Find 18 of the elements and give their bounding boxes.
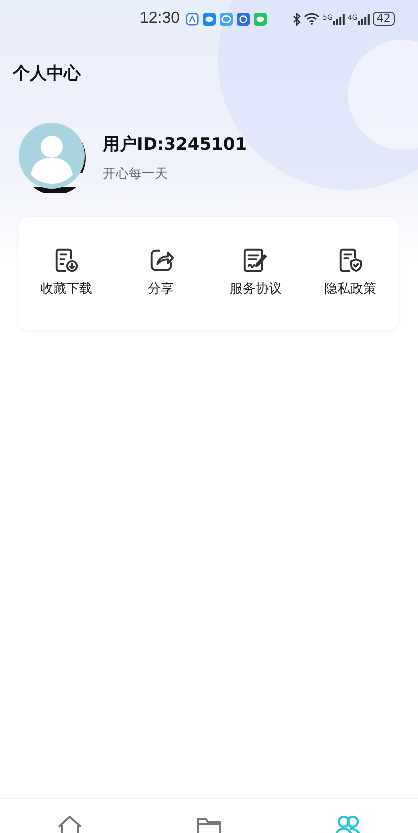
menu-item[interactable]: 收藏下载 (19, 247, 114, 298)
wifi-icon (304, 13, 320, 25)
avatar[interactable] (19, 123, 87, 193)
signal-icon (358, 14, 370, 24)
page-title: 个人中心 (13, 63, 82, 85)
menu-item[interactable]: 服务协议 (208, 247, 304, 298)
document-shield-icon (337, 247, 364, 274)
menu-item[interactable]: 隐私政策 (303, 247, 398, 298)
home-icon (56, 813, 84, 833)
user-motto: 开心每一天 (103, 166, 169, 183)
people-icon (334, 813, 362, 833)
user-id: 用户ID:3245101 (103, 134, 248, 156)
status-time: 12:30 (140, 10, 180, 28)
signal-icon (332, 14, 345, 24)
menu-item[interactable]: 分享 (114, 247, 208, 298)
document-pen-icon (242, 247, 270, 274)
bluetooth-icon (293, 12, 302, 26)
battery-indicator: 42 (372, 12, 395, 26)
